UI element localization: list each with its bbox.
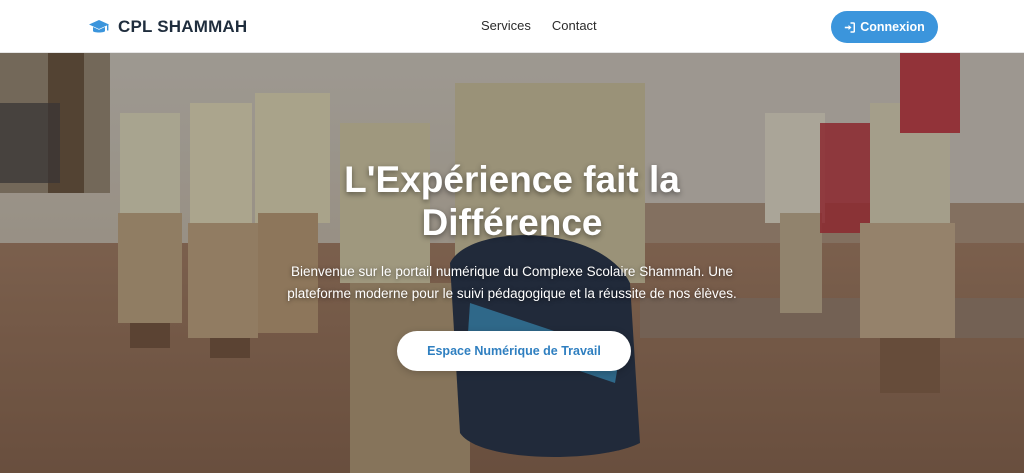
hero-subtitle: Bienvenue sur le portail numérique du Co… (287, 264, 737, 301)
hero-section: L'Expérience fait la Différence Bienvenu… (0, 53, 1024, 473)
brand[interactable]: CPL SHAMMAH (88, 14, 247, 40)
ent-cta-button[interactable]: Espace Numérique de Travail (397, 331, 631, 371)
nav-link-services[interactable]: Services (481, 18, 531, 33)
main-nav: Services Contact (481, 18, 597, 33)
login-button-label: Connexion (860, 20, 925, 34)
brand-name: CPL SHAMMAH (118, 17, 248, 36)
graduation-cap-icon (88, 19, 110, 35)
login-button[interactable]: Connexion (831, 11, 938, 43)
hero-title: L'Expérience fait la Différence (344, 159, 680, 243)
sign-in-icon (844, 21, 856, 33)
navbar: CPL SHAMMAH Services Contact Connexion (0, 0, 1024, 53)
nav-link-contact[interactable]: Contact (552, 18, 597, 33)
